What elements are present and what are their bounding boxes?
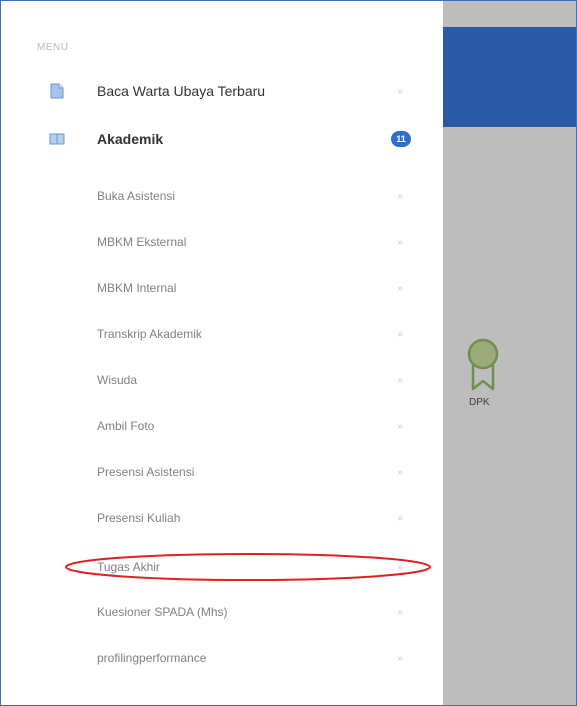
menu-section-label: MENU: [37, 42, 69, 53]
chevron-right-icon: »: [397, 466, 403, 478]
sidebar-item-akademik[interactable]: Akademik 11: [13, 119, 443, 159]
subitem-label: Presensi Asistensi: [97, 465, 195, 479]
sidebar-menu: MENU Baca Warta Ubaya Terbaru » Akademik…: [13, 1, 443, 705]
chevron-right-icon: »: [397, 85, 403, 97]
chevron-right-icon: »: [397, 282, 403, 294]
subitem-label: Ambil Foto: [97, 419, 155, 433]
chevron-right-icon: »: [397, 420, 403, 432]
subitem-label: MBKM Internal: [97, 281, 177, 295]
book-icon: [49, 131, 65, 147]
sidebar-subitem-wisuda[interactable]: Wisuda »: [13, 365, 443, 395]
sidebar-subitem-mbkm-eksternal[interactable]: MBKM Eksternal »: [13, 227, 443, 257]
sidebar-item-baca-warta[interactable]: Baca Warta Ubaya Terbaru »: [13, 71, 443, 111]
award-ribbon-icon[interactable]: [463, 337, 503, 393]
subitem-label: profilingperformance: [97, 651, 207, 665]
sidebar-item-label: Akademik: [97, 131, 164, 147]
main-header-banner: [443, 27, 576, 127]
subitem-label: Transkrip Akademik: [97, 327, 202, 341]
chevron-right-icon: »: [397, 561, 403, 573]
subitem-label: Kuesioner SPADA (Mhs): [97, 605, 228, 619]
chevron-right-icon: »: [397, 236, 403, 248]
sidebar-subitem-profilingperformance[interactable]: profilingperformance »: [13, 643, 443, 673]
subitem-label: Wisuda: [97, 373, 138, 387]
chevron-right-icon: »: [397, 190, 403, 202]
sidebar-subitem-tugas-akhir[interactable]: Tugas Akhir »: [13, 552, 443, 582]
subitem-label: Presensi Kuliah: [97, 511, 181, 525]
subitem-label: Tugas Akhir: [97, 560, 160, 574]
chevron-right-icon: »: [397, 652, 403, 664]
notification-badge: 11: [391, 131, 411, 147]
award-label: DPK: [469, 397, 490, 408]
sidebar-item-label: Baca Warta Ubaya Terbaru: [97, 83, 266, 99]
sidebar-subitem-mbkm-internal[interactable]: MBKM Internal »: [13, 273, 443, 303]
chevron-right-icon: »: [397, 512, 403, 524]
sidebar-subitem-buka-asistensi[interactable]: Buka Asistensi »: [13, 181, 443, 211]
chevron-right-icon: »: [397, 374, 403, 386]
sidebar-subitem-transkrip-akademik[interactable]: Transkrip Akademik »: [13, 319, 443, 349]
sidebar-subitem-kuesioner-spada[interactable]: Kuesioner SPADA (Mhs) »: [13, 597, 443, 627]
chevron-right-icon: »: [397, 606, 403, 618]
document-icon: [49, 83, 65, 99]
subitem-label: Buka Asistensi: [97, 189, 176, 203]
sidebar-subitem-ambil-foto[interactable]: Ambil Foto »: [13, 411, 443, 441]
chevron-right-icon: »: [397, 328, 403, 340]
app-window: DPK MENU Baca Warta Ubaya Terbaru » Akad…: [0, 0, 577, 706]
subitem-label: MBKM Eksternal: [97, 235, 187, 249]
sidebar-subitem-presensi-asistensi[interactable]: Presensi Asistensi »: [13, 457, 443, 487]
sidebar-subitem-presensi-kuliah[interactable]: Presensi Kuliah »: [13, 503, 443, 533]
